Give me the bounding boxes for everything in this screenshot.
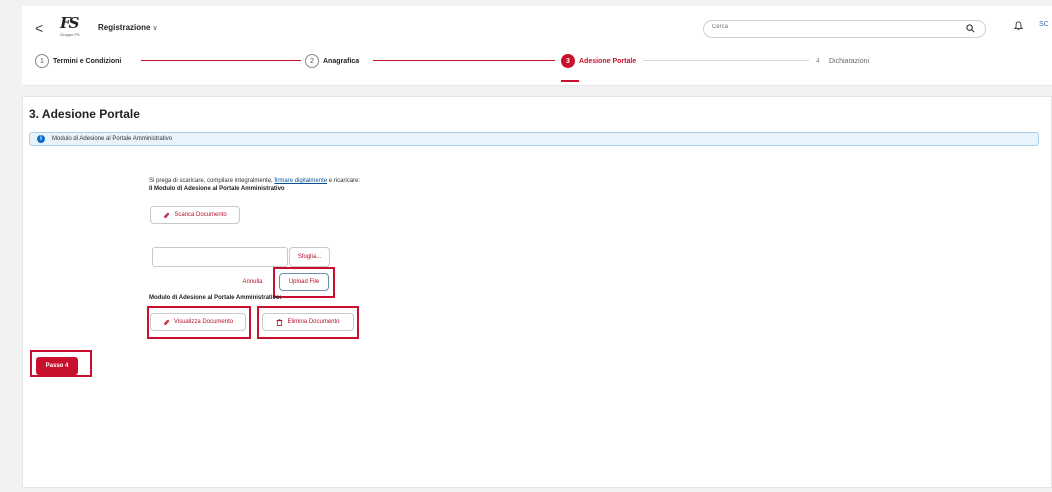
download-document-label: Scarica Documento bbox=[174, 212, 227, 218]
step-adesione-portale[interactable]: 3 Adesione Portale bbox=[561, 53, 636, 69]
app-shell: < FS Gruppo FS Registrazione∨ SC 1 Termi… bbox=[22, 6, 1052, 490]
step-number: 4 bbox=[811, 54, 825, 68]
step-number: 1 bbox=[35, 54, 49, 68]
browse-label: Sfoglia... bbox=[297, 254, 322, 260]
highlight-box bbox=[257, 306, 359, 339]
wizard-stepper: 1 Termini e Condizioni 2 Anagrafica 3 Ad… bbox=[35, 53, 1045, 82]
instruction-document-name: Il Modulo di Adesione al Portale Amminis… bbox=[149, 186, 285, 192]
back-button[interactable]: < bbox=[35, 20, 43, 36]
content-panel: 3. Adesione Portale i Modulo di Adesione… bbox=[22, 96, 1052, 488]
step-dichiarazioni[interactable]: 4 Dichiarazioni bbox=[811, 53, 869, 69]
step-label: Adesione Portale bbox=[579, 57, 637, 65]
step-number: 2 bbox=[305, 54, 319, 68]
instruction-text: Si prega di scaricare, compilare integra… bbox=[149, 178, 275, 184]
app-title-menu[interactable]: Registrazione ∨ bbox=[98, 23, 158, 32]
file-path-input[interactable] bbox=[152, 247, 288, 267]
download-document-button[interactable]: Scarica Documento bbox=[150, 206, 240, 224]
app-header: < FS Gruppo FS Registrazione∨ SC 1 Termi… bbox=[22, 6, 1052, 86]
info-message-strip: i Modulo di Adesione al Portale Amminist… bbox=[29, 132, 1039, 146]
step-label: Dichiarazioni bbox=[829, 57, 870, 65]
info-icon: i bbox=[37, 135, 45, 143]
step-connector bbox=[373, 60, 555, 61]
app-title: Registrazione bbox=[98, 23, 151, 32]
highlight-box bbox=[273, 267, 335, 298]
instruction-text-end: e ricaricare: bbox=[327, 178, 361, 184]
active-step-indicator bbox=[561, 80, 579, 82]
step-connector bbox=[643, 60, 809, 61]
cancel-button[interactable]: Annulla bbox=[236, 273, 269, 291]
page-title: 3. Adesione Portale bbox=[29, 107, 140, 121]
upload-instructions: Si prega di scaricare, compilare integra… bbox=[149, 177, 360, 193]
search-box bbox=[703, 20, 986, 38]
chevron-down-icon: ∨ bbox=[152, 25, 158, 32]
highlight-box bbox=[147, 306, 251, 339]
step-connector bbox=[141, 60, 301, 61]
bell-icon[interactable] bbox=[1014, 21, 1023, 31]
uploaded-document-label: Modulo di Adesione al Portale Amministra… bbox=[149, 295, 282, 301]
browse-button[interactable]: Sfoglia... bbox=[289, 247, 330, 267]
firma-digitale-link[interactable]: firmare digitalmente bbox=[274, 178, 327, 184]
avatar[interactable]: SC bbox=[1039, 21, 1049, 28]
step-label: Termini e Condizioni bbox=[53, 57, 122, 65]
logo-caption: Gruppo FS bbox=[60, 32, 80, 37]
logo-mark: FS bbox=[60, 14, 79, 32]
cancel-label: Annulla bbox=[242, 279, 263, 285]
step-number: 3 bbox=[561, 54, 575, 68]
info-message-text: Modulo di Adesione al Portale Amministra… bbox=[52, 136, 173, 142]
step-label: Anagrafica bbox=[323, 57, 360, 65]
highlight-box bbox=[30, 350, 92, 377]
search-input[interactable] bbox=[712, 24, 952, 30]
step-anagrafica[interactable]: 2 Anagrafica bbox=[305, 53, 359, 69]
logo: FS Gruppo FS bbox=[60, 16, 82, 38]
paperclip-icon bbox=[164, 212, 170, 218]
search-icon[interactable] bbox=[966, 24, 975, 33]
step-termini[interactable]: 1 Termini e Condizioni bbox=[35, 53, 121, 69]
